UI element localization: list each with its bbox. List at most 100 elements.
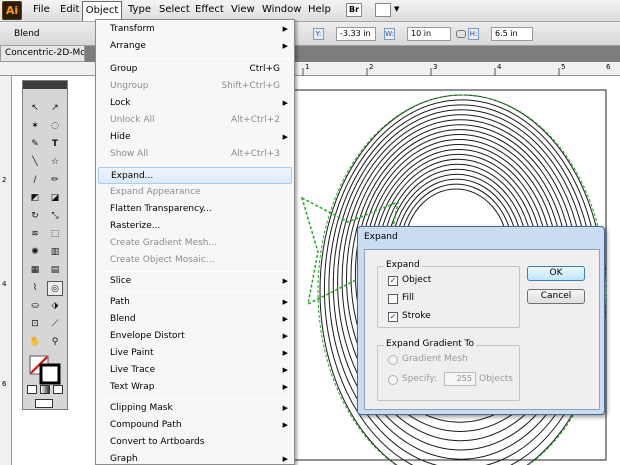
menu-file[interactable]: File bbox=[33, 4, 50, 15]
menu-item-transform[interactable]: Transform ▶ bbox=[96, 21, 294, 38]
lasso-tool-icon[interactable]: ◌ bbox=[47, 119, 63, 134]
illustrator-window: Ai File Edit Object Type Select Effect V… bbox=[0, 0, 620, 465]
expand-group-title: Expand bbox=[384, 260, 422, 270]
menu-item-rasterize[interactable]: Rasterize... bbox=[96, 218, 294, 235]
symbol-sprayer-tool-icon[interactable]: ✺ bbox=[27, 245, 43, 260]
arrange-dropdown-icon[interactable]: ▼ bbox=[394, 5, 399, 13]
ruler-label: 2 bbox=[2, 176, 7, 184]
pen-tool-icon[interactable]: ✎ bbox=[27, 137, 43, 152]
live-paint-bucket-tool-icon[interactable]: ⛀ bbox=[27, 299, 43, 314]
fill-checkbox[interactable] bbox=[388, 294, 398, 304]
line-tool-icon[interactable]: ╲ bbox=[27, 155, 43, 170]
h-field[interactable]: 6.5 in bbox=[491, 27, 533, 41]
menu-item-slice[interactable]: Slice ▶ bbox=[96, 273, 294, 290]
menu-item-graph[interactable]: Graph ▶ bbox=[96, 451, 294, 465]
menu-item-group[interactable]: Group Ctrl+G bbox=[96, 61, 294, 78]
y-field[interactable]: -3.33 in bbox=[336, 27, 376, 41]
menu-select[interactable]: Select bbox=[159, 4, 190, 15]
menu-item-live-trace[interactable]: Live Trace ▶ bbox=[96, 362, 294, 379]
blob-brush-tool-icon[interactable]: ◩ bbox=[27, 191, 43, 206]
w-field[interactable]: 10 in bbox=[407, 27, 451, 41]
menu-edit[interactable]: Edit bbox=[60, 4, 79, 15]
link-icon[interactable] bbox=[456, 30, 466, 38]
menu-item-envelope-distort[interactable]: Envelope Distort ▶ bbox=[96, 328, 294, 345]
tools-panel-header[interactable] bbox=[23, 81, 67, 89]
color-mode-icon[interactable] bbox=[27, 385, 37, 394]
w-label: W: bbox=[384, 28, 395, 40]
document-tab[interactable]: Concentric-2D-Mor bbox=[0, 46, 85, 62]
stroke-label: Stroke bbox=[402, 311, 431, 321]
menu-item-arrange[interactable]: Arrange ▶ bbox=[96, 38, 294, 55]
menu-item-expand-appearance: Expand Appearance bbox=[110, 187, 201, 197]
none-mode-icon[interactable] bbox=[53, 385, 63, 394]
slice-tool-icon[interactable]: ⟋ bbox=[47, 317, 63, 332]
free-transform-tool-icon[interactable]: ⬚ bbox=[47, 227, 63, 242]
scale-tool-icon[interactable]: ⤡ bbox=[47, 209, 63, 224]
submenu-arrow-icon: ▶ bbox=[282, 25, 288, 33]
direct-selection-tool-icon[interactable]: ↗ bbox=[47, 101, 63, 116]
ruler-label: 2 bbox=[369, 63, 374, 71]
menu-help[interactable]: Help bbox=[308, 4, 331, 15]
hand-tool-icon[interactable]: ✋ bbox=[27, 335, 43, 350]
objects-label: Objects bbox=[479, 374, 514, 384]
submenu-arrow-icon: ▶ bbox=[282, 421, 288, 429]
menu-item-unlock-all: Unlock All Alt+Ctrl+2 bbox=[110, 115, 280, 125]
specify-objects-field: 255 bbox=[444, 372, 476, 386]
menu-item-expand[interactable]: Expand... bbox=[98, 167, 292, 184]
gradient-tool-icon[interactable]: ▤ bbox=[47, 263, 63, 278]
type-tool-icon[interactable]: T bbox=[47, 137, 63, 152]
menu-item-hide[interactable]: Hide ▶ bbox=[96, 129, 294, 146]
column-graph-tool-icon[interactable]: ▥ bbox=[47, 245, 63, 260]
rotate-tool-icon[interactable]: ↻ bbox=[27, 209, 43, 224]
width-tool-icon[interactable]: ≋ bbox=[27, 227, 43, 242]
artboard-tool-icon[interactable]: ⊡ bbox=[27, 317, 43, 332]
cancel-button[interactable]: Cancel bbox=[527, 289, 585, 304]
h-label: H: bbox=[468, 28, 479, 40]
pencil-tool-icon[interactable]: ✏ bbox=[47, 173, 63, 188]
fill-stroke-swatches-icon[interactable] bbox=[29, 355, 63, 385]
menu-item-show-all: Show All Alt+Ctrl+3 bbox=[110, 149, 280, 159]
object-checkbox[interactable]: ✓ bbox=[388, 276, 398, 286]
star-tool-icon[interactable]: ☆ bbox=[47, 155, 63, 170]
stroke-checkbox[interactable]: ✓ bbox=[388, 312, 398, 322]
menu-item-lock[interactable]: Lock ▶ bbox=[96, 95, 294, 112]
gradient-mesh-label: Gradient Mesh bbox=[402, 354, 468, 364]
ok-button[interactable]: OK bbox=[527, 266, 585, 281]
object-menu-dropdown: Transform ▶ Arrange ▶ Group Ctrl+G Ungroup S… bbox=[95, 19, 295, 465]
menu-item-convert-to-artboards[interactable]: Convert to Artboards bbox=[96, 434, 294, 451]
menu-item-clipping-mask[interactable]: Clipping Mask ▶ bbox=[96, 400, 294, 417]
ruler-vertical[interactable]: 2 4 6 bbox=[0, 76, 12, 465]
magic-wand-tool-icon[interactable]: ✶ bbox=[27, 119, 43, 134]
menu-item-compound-path[interactable]: Compound Path ▶ bbox=[96, 417, 294, 434]
menu-item-flatten-transparency[interactable]: Flatten Transparency... bbox=[96, 201, 294, 218]
menu-item-ungroup: Ungroup Shift+Ctrl+G bbox=[110, 81, 280, 91]
menu-item-live-paint[interactable]: Live Paint ▶ bbox=[96, 345, 294, 362]
ruler-label: 5 bbox=[561, 63, 566, 71]
menu-effect[interactable]: Effect bbox=[195, 4, 224, 15]
submenu-arrow-icon: ▶ bbox=[282, 315, 288, 323]
menu-item-blend[interactable]: Blend ▶ bbox=[96, 311, 294, 328]
ruler-horizontal[interactable]: 1 2 3 4 5 6 bbox=[0, 62, 620, 76]
arrange-documents-icon[interactable] bbox=[375, 3, 391, 17]
menu-object[interactable]: Object bbox=[82, 1, 122, 21]
menu-item-text-wrap[interactable]: Text Wrap ▶ bbox=[96, 379, 294, 396]
screen-mode-icon[interactable] bbox=[35, 399, 53, 408]
gradient-mode-icon[interactable] bbox=[40, 385, 50, 394]
submenu-arrow-icon: ▶ bbox=[282, 366, 288, 374]
submenu-arrow-icon: ▶ bbox=[282, 99, 288, 107]
blend-tool-icon[interactable]: ◎ bbox=[47, 281, 63, 296]
eraser-tool-icon[interactable]: ◪ bbox=[47, 191, 63, 206]
selection-tool-icon[interactable]: ↖ bbox=[27, 101, 43, 116]
zoom-tool-icon[interactable]: ⚲ bbox=[47, 335, 63, 350]
paintbrush-tool-icon[interactable]: ∕ bbox=[27, 173, 43, 188]
live-paint-selection-tool-icon[interactable]: ⬗ bbox=[47, 299, 63, 314]
menu-item-path[interactable]: Path ▶ bbox=[96, 294, 294, 311]
bridge-icon[interactable]: Br bbox=[346, 3, 362, 17]
menu-separator bbox=[100, 271, 290, 272]
menu-separator bbox=[100, 165, 290, 166]
menu-window[interactable]: Window bbox=[262, 4, 301, 15]
menu-view[interactable]: View bbox=[231, 4, 255, 15]
menu-type[interactable]: Type bbox=[128, 4, 151, 15]
eyedropper-tool-icon[interactable]: ⌇ bbox=[27, 281, 43, 296]
mesh-tool-icon[interactable]: ▦ bbox=[27, 263, 43, 278]
